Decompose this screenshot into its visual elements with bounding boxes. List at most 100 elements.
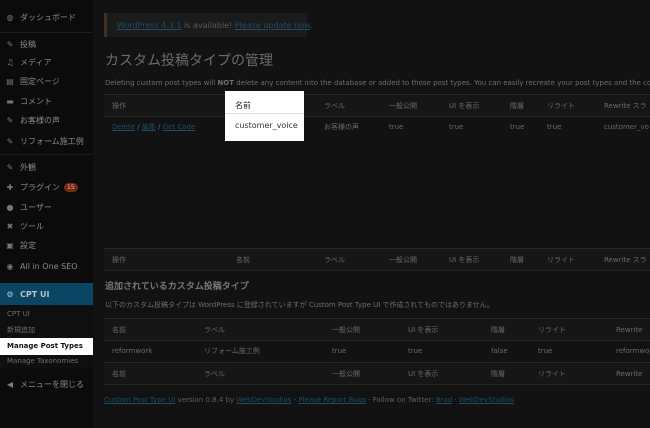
- delete-link[interactable]: Delete: [112, 123, 135, 131]
- menu-label: 固定ページ: [20, 76, 60, 86]
- cell-rewrite: true: [538, 347, 553, 355]
- menu-label: CPT UI: [20, 289, 50, 299]
- menu-all-in-one-seo[interactable]: ◉ All in One SEO: [0, 257, 93, 275]
- cell-show-ui: true: [408, 347, 423, 355]
- col-hierarchical: 階層: [491, 325, 505, 334]
- col-show-ui: UI を表示: [449, 101, 480, 110]
- notice-text: WordPress 4.3.1 is available! Please upd…: [117, 21, 313, 30]
- col-rewrite: リライト: [547, 101, 575, 110]
- col-label: ラベル: [324, 255, 345, 264]
- col-rewrite: リライト: [538, 369, 566, 378]
- tools-icon: ✖: [6, 221, 14, 231]
- menu-label: メディア: [20, 57, 52, 67]
- col-public: 一般公開: [332, 325, 360, 334]
- name-column-highlight: 名前 customer_voice: [225, 91, 304, 141]
- cell-show-ui: true: [449, 123, 464, 131]
- col-public: 一般公開: [332, 369, 360, 378]
- col-show-ui: UI を表示: [408, 369, 439, 378]
- cpt-ui-submenu: CPT UI 新規追加 Manage Taxonomies: [0, 305, 93, 369]
- menu-comments[interactable]: ▬ コメント: [0, 92, 93, 110]
- menu-dashboard[interactable]: ◍ ダッシュボード: [0, 8, 93, 26]
- twitter-webdevstudios-link[interactable]: WebDevStudios: [459, 396, 514, 404]
- menu-cpt-ui[interactable]: ⚙ CPT UI: [0, 283, 93, 305]
- menu-users[interactable]: ● ユーザー: [0, 198, 93, 216]
- table2-header: 名前 ラベル 一般公開 UI を表示 階層 リライト Rewrite: [104, 318, 650, 341]
- submenu-manage-post-types[interactable]: Manage Post Types: [0, 338, 100, 355]
- menu-tools[interactable]: ✖ ツール: [0, 217, 93, 235]
- cell-name: reformwork: [112, 347, 153, 355]
- menu-reform-works[interactable]: ✎ リフォーム施工例: [0, 132, 93, 150]
- col-name: 名前: [112, 325, 126, 334]
- col-label: ラベル: [204, 369, 225, 378]
- divider: [225, 113, 304, 114]
- col-actions: 操作: [112, 101, 126, 110]
- col-public: 一般公開: [389, 101, 417, 110]
- page-icon: ▤: [6, 76, 14, 86]
- table-row: Delete / 編集 / Get Code お客様の声 true true t…: [104, 116, 650, 138]
- menu-plugins[interactable]: ✚ プラグイン 15: [0, 178, 93, 196]
- col-rewrite-slug: Rewrite: [616, 369, 643, 378]
- section-title: 追加されているカスタム投稿タイプ: [105, 282, 249, 292]
- webdevstudios-link[interactable]: WebDevStudios: [236, 396, 291, 404]
- settings-icon: ▣: [6, 240, 14, 250]
- seo-icon: ◉: [6, 261, 14, 271]
- comment-icon: ▬: [6, 96, 14, 106]
- edit-link[interactable]: 編集: [142, 123, 156, 131]
- menu-label: 設定: [20, 240, 36, 250]
- delete-warning: Deleting custom post types will NOT dele…: [105, 79, 650, 87]
- menu-pages[interactable]: ▤ 固定ページ: [0, 72, 93, 90]
- menu-label: コメント: [20, 96, 52, 106]
- menu-label: ユーザー: [20, 202, 52, 212]
- menu-label: プラグイン: [20, 182, 60, 192]
- collapse-menu-button[interactable]: ◀ メニューを閉じる: [0, 375, 93, 393]
- update-now-link[interactable]: Please update now: [235, 21, 310, 30]
- menu-media[interactable]: ♫ メディア: [0, 53, 93, 71]
- menu-customer-voice[interactable]: ✎ お客様の声: [0, 111, 93, 129]
- table2-row: reformwork リフォーム施工例 true true false true…: [104, 340, 650, 362]
- col-label: ラベル: [324, 101, 345, 110]
- menu-label: 投稿: [20, 39, 36, 49]
- menu-label: お客様の声: [20, 115, 60, 125]
- col-name: 名前: [112, 369, 126, 378]
- wordpress-version-link[interactable]: WordPress 4.3.1: [117, 21, 182, 30]
- col-rewrite-slug: Rewrite スラ: [604, 255, 647, 264]
- col-hierarchical: 階層: [510, 255, 524, 264]
- cpt-ui-link[interactable]: Custom Post Type UI: [104, 396, 175, 404]
- plugin-footer: Custom Post Type UI version 0.8.4 by Web…: [104, 396, 514, 404]
- menu-label: All in One SEO: [20, 261, 78, 271]
- report-bugs-link[interactable]: Please Report Bugs: [298, 396, 366, 404]
- cell-public: true: [332, 347, 347, 355]
- get-code-link[interactable]: Get Code: [163, 123, 196, 131]
- page-title: カスタム投稿タイプの管理: [105, 53, 273, 69]
- menu-label: 外観: [20, 162, 36, 172]
- table-header: 操作 ラベル 一般公開 UI を表示 階層 リライト Rewrite スラ: [104, 94, 650, 117]
- submenu-add-new[interactable]: 新規追加: [7, 325, 35, 335]
- col-rewrite-slug: Rewrite: [616, 325, 643, 334]
- col-rewrite: リライト: [547, 255, 575, 264]
- cell-rewrite: true: [547, 123, 562, 131]
- twitter-brad-link[interactable]: Brad: [436, 396, 452, 404]
- dashboard-icon: ◍: [6, 12, 14, 22]
- menu-appearance[interactable]: ✎ 外観: [0, 158, 93, 176]
- col-rewrite: リライト: [538, 325, 566, 334]
- media-icon: ♫: [6, 57, 14, 67]
- submenu-cpt-ui[interactable]: CPT UI: [7, 310, 30, 318]
- cell-rewrite-slug: customer_vo: [604, 123, 649, 131]
- menu-posts[interactable]: ✎ 投稿: [0, 35, 93, 53]
- col-name: 名前: [235, 101, 251, 110]
- menu-label: ツール: [20, 221, 44, 231]
- cell-hierarchical: false: [491, 347, 508, 355]
- cell-name: customer_voice: [235, 121, 298, 130]
- cell-public: true: [389, 123, 404, 131]
- divider: [0, 32, 93, 33]
- plugin-icon: ✚: [6, 182, 14, 192]
- submenu-label: Manage Post Types: [7, 342, 83, 350]
- appearance-icon: ✎: [6, 162, 14, 172]
- submenu-manage-taxonomies[interactable]: Manage Taxonomies: [7, 357, 78, 365]
- pin-icon: ✎: [6, 39, 14, 49]
- update-notice: WordPress 4.3.1 is available! Please upd…: [104, 13, 312, 37]
- menu-settings[interactable]: ▣ 設定: [0, 236, 93, 254]
- cell-rewrite-slug: reformwork: [616, 347, 650, 355]
- menu-label: メニューを閉じる: [20, 379, 84, 389]
- pin-icon: ✎: [6, 115, 14, 125]
